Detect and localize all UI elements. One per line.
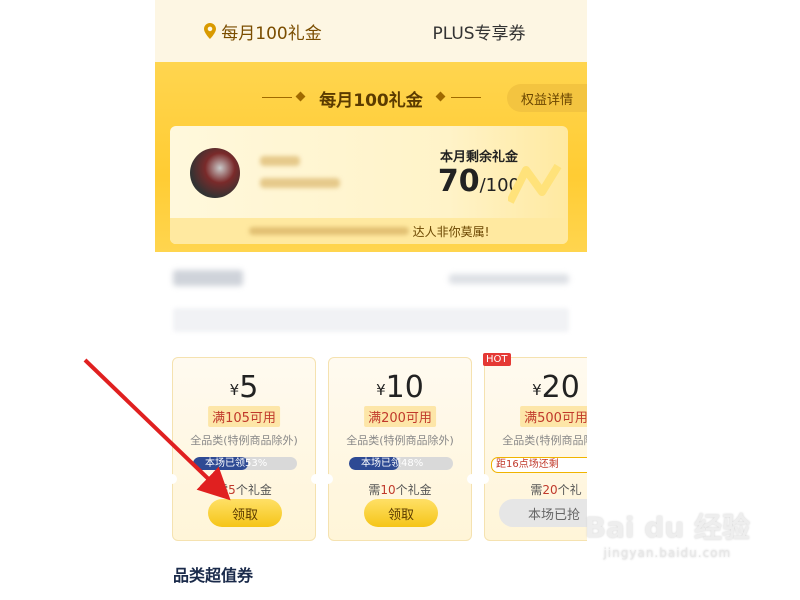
gift-cost-prefix: 需 [216,483,229,497]
decorative-chevron-icon [508,163,562,204]
rights-details-button[interactable]: 权益详情 [507,84,587,112]
all-category-section [155,252,587,352]
gift-banner: 每月100礼金 权益详情 本月剩余礼金 70/100 达人非你莫属! [155,62,587,252]
gift-cost-suffix: 个礼 [557,483,582,497]
watermark: Bai du 经验 jingyan.baidu.com [585,506,750,560]
claim-button[interactable]: 领取 [208,499,282,527]
tab-monthly-gift-label: 每月100礼金 [221,23,322,44]
gift-cost: 需20个礼 [485,481,587,498]
claim-progress-text: 本场已领48% [361,458,424,469]
tip-bar: 达人非你莫属! [170,218,568,244]
coupon-amount: ¥20 [485,370,587,405]
sold-out-button[interactable]: 本场已抢 [499,499,587,527]
coupon-card: ¥5 满105可用 全品类(特例商品除外) 本场已领53% 需5个礼金 领取 [167,357,321,541]
watermark-url: jingyan.baidu.com [603,546,732,560]
coupon-value: 20 [541,370,580,405]
yen-sign: ¥ [229,381,240,399]
gift-cost-prefix: 需 [530,483,543,497]
gift-cost-prefix: 需 [368,483,381,497]
tip-text: 达人非你莫属! [412,224,490,239]
tab-plus-coupons[interactable]: PLUS专享券 [371,19,587,44]
gift-cost-suffix: 个礼金 [395,483,432,497]
title-divider-right [451,97,481,98]
tip-redacted [248,227,409,235]
coupon-value: 5 [239,370,259,405]
gift-cost-count: 5 [228,483,236,497]
tab-plus-coupons-label: PLUS专享券 [432,23,526,44]
gift-cost: 需5个礼金 [173,481,315,498]
coupon-scope: 全品类(特例商品除外) [346,434,454,447]
avatar[interactable] [190,148,240,198]
coupon-scope: 全品类(特例商品除外) [502,434,587,447]
coupon-condition: 满105可用 [208,406,280,427]
claim-progress-bar: 本场已领53% [193,457,297,470]
coupon-value: 10 [385,370,424,405]
remaining-gift-label: 本月剩余礼金 [439,150,518,165]
session-times-redacted [173,308,569,332]
claim-button[interactable]: 领取 [364,499,438,527]
gift-cost-suffix: 个礼金 [235,483,272,497]
phone-screen: 每月100礼金 PLUS专享券 每月100礼金 权益详情 本月剩余礼金 70/1… [155,0,587,600]
location-pin-icon [204,23,217,39]
coupon-list: ¥5 满105可用 全品类(特例商品除外) 本场已领53% 需5个礼金 领取 ¥… [155,352,587,557]
hot-badge: HOT [483,353,511,366]
claim-progress-text: 本场已领53% [205,458,268,469]
coupon-amount: ¥10 [329,370,471,405]
coupon-amount: ¥5 [173,370,315,405]
section-more-redacted [449,274,569,284]
countdown-label: 距16点场还剩 [491,457,587,473]
coupon-scope: 全品类(特例商品除外) [190,434,298,447]
section-title-redacted [173,270,243,286]
remaining-gift-number: 70 [437,164,480,199]
tab-monthly-gift[interactable]: 每月100礼金 [155,19,371,44]
gift-cost-count: 10 [380,483,396,497]
category-deals-title: 品类超值券 [173,566,254,585]
gift-cost-count: 20 [542,483,558,497]
coupon-card: ¥10 满200可用 全品类(特例商品除外) 本场已领48% 需10个礼金 领取 [323,357,477,541]
claim-progress-bar: 本场已领48% [349,457,453,470]
gift-cost: 需10个礼金 [329,481,471,498]
username-redacted [260,156,300,166]
yen-sign: ¥ [376,381,386,399]
coupon-card: HOT ¥20 满500可用 全品类(特例商品除外) 距16点场还剩 需20个礼… [479,353,587,541]
coupon-condition: 满200可用 [364,406,436,427]
top-tabs: 每月100礼金 PLUS专享券 [155,0,587,62]
baidu-jingyan-logo: Bai du 经验 [584,511,750,544]
user-info-redacted [260,178,340,188]
coupon-condition: 满500可用 [520,406,587,427]
user-card: 本月剩余礼金 70/100 达人非你莫属! [170,126,568,244]
yen-sign: ¥ [532,381,542,399]
